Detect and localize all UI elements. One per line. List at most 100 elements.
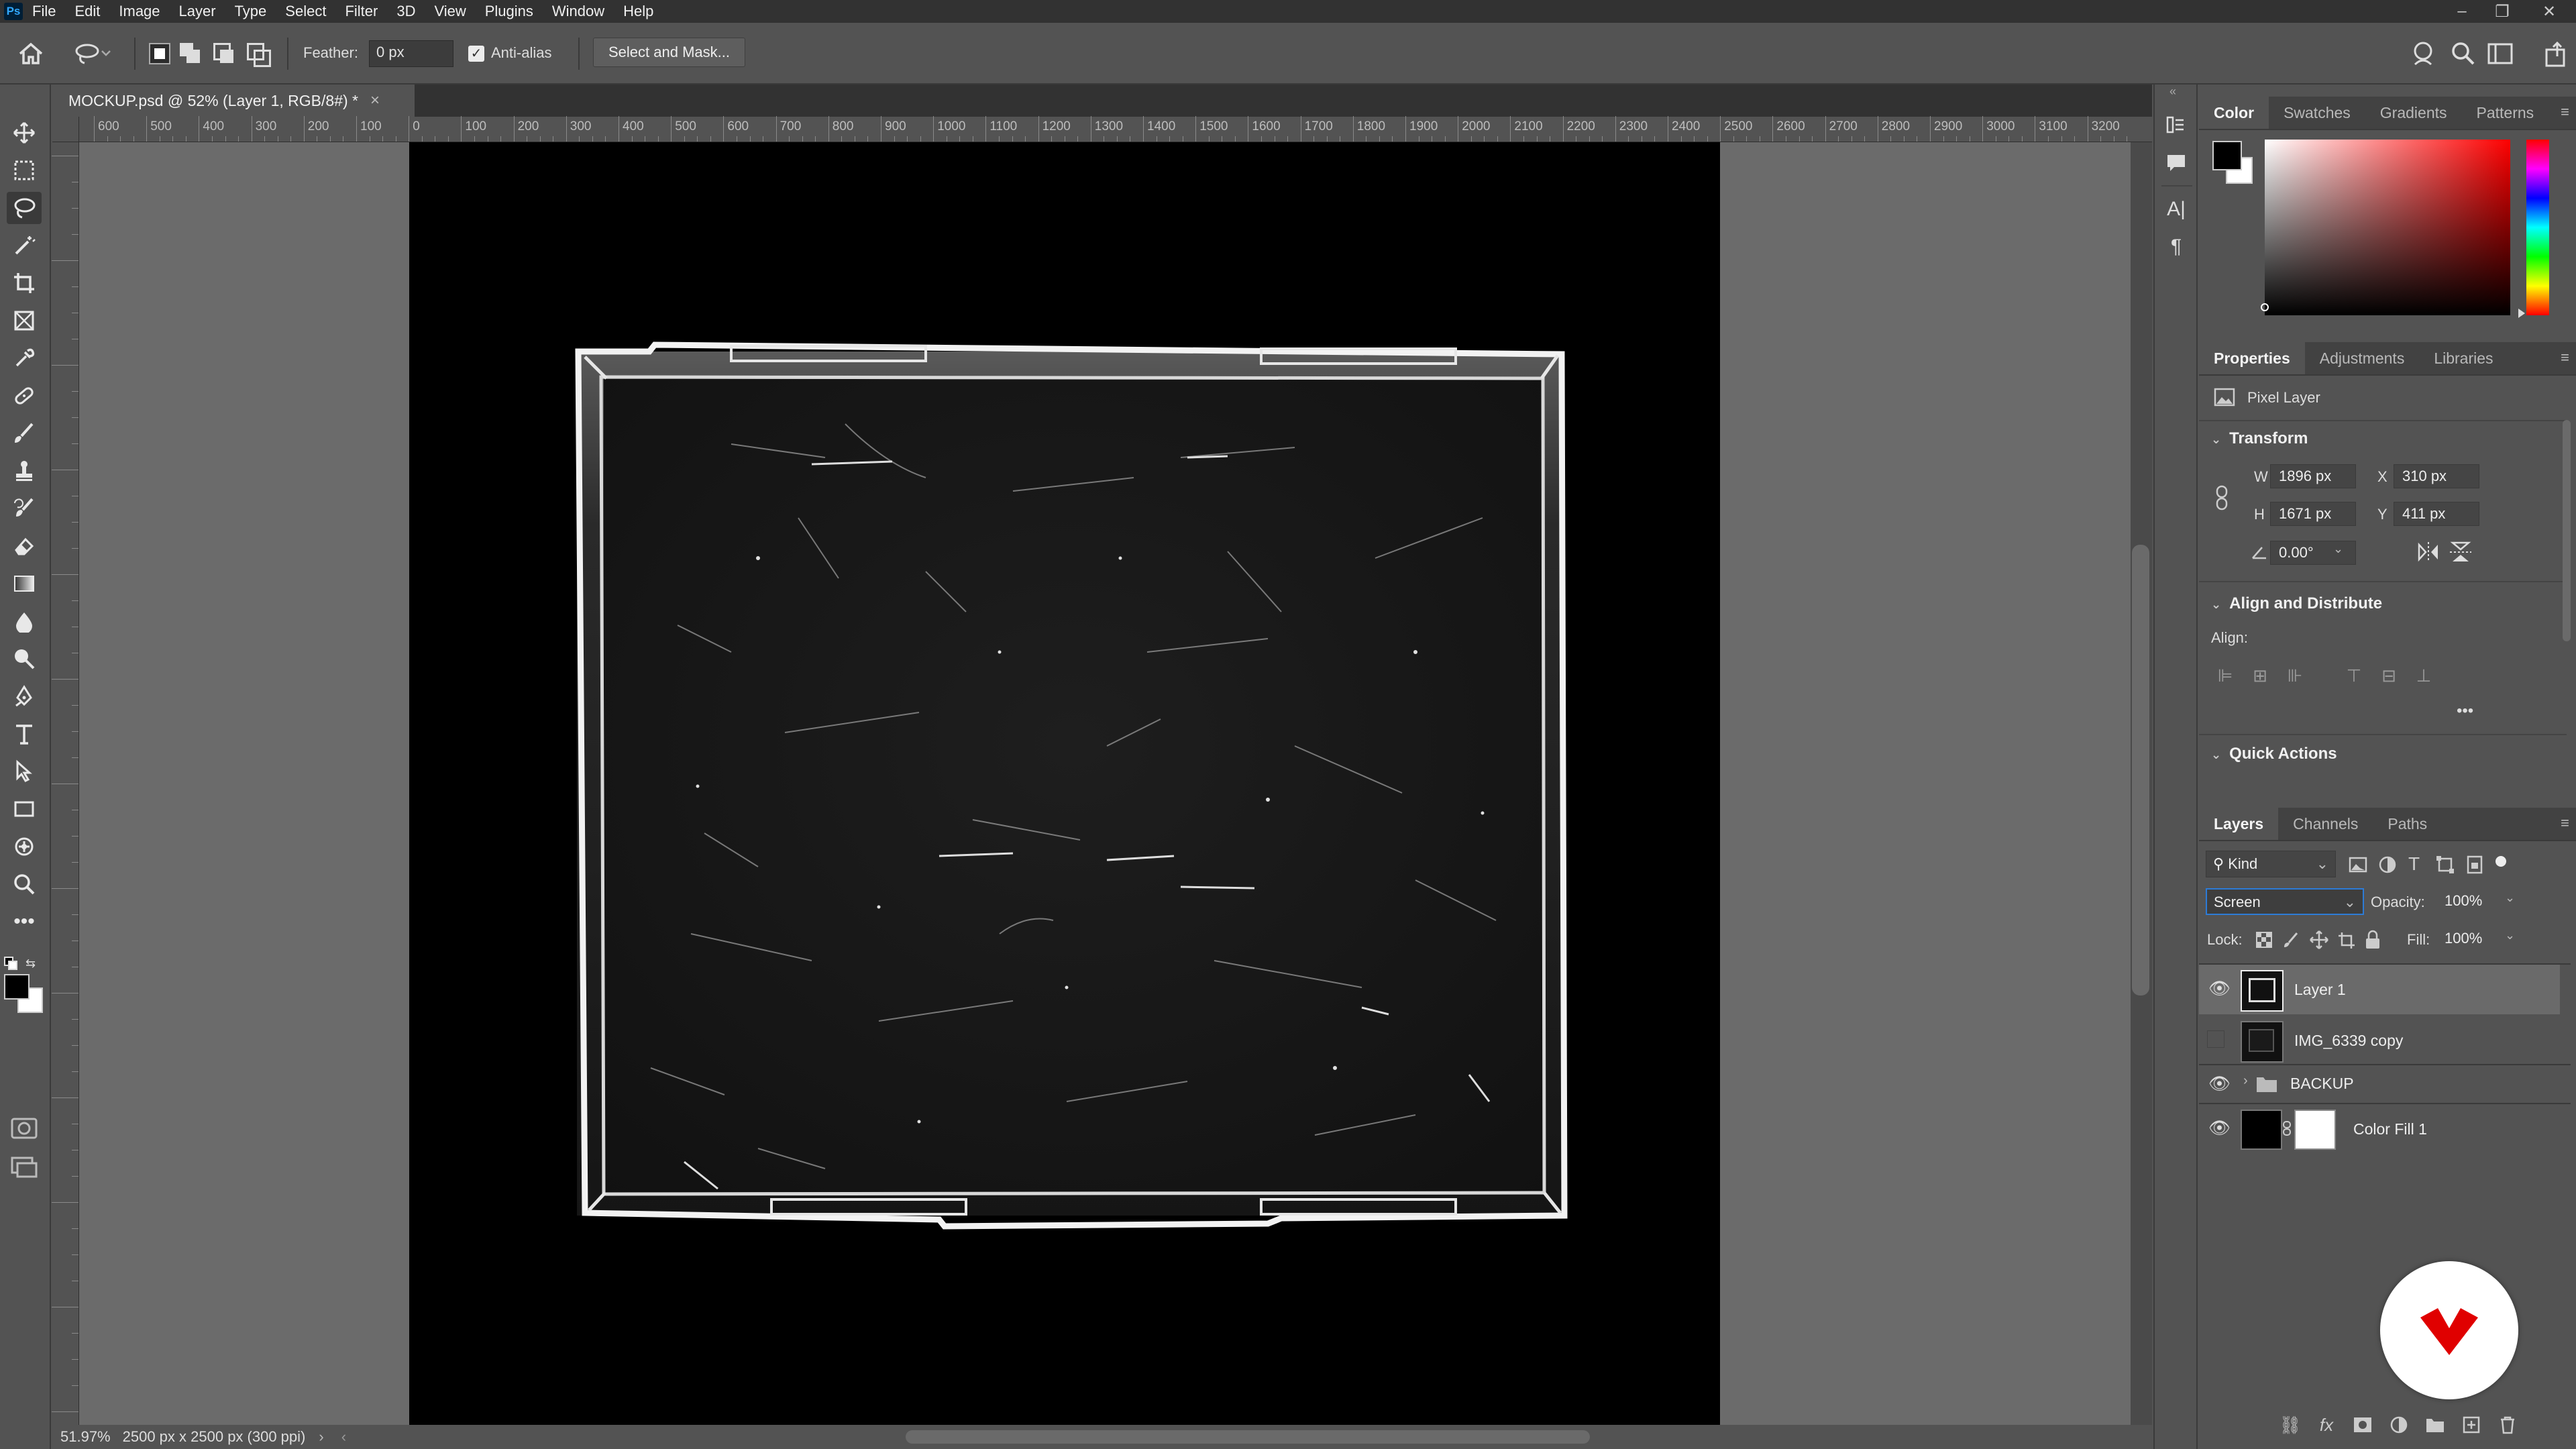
vertical-scrollbar-thumb[interactable]	[2132, 545, 2149, 996]
layer-filter-kind[interactable]: ⚲ Kind ⌄	[2206, 851, 2336, 877]
move-tool-icon[interactable]	[7, 117, 42, 149]
intersect-selection-icon[interactable]	[247, 43, 271, 67]
menu-select[interactable]: Select	[285, 3, 326, 20]
document-tab[interactable]: MOCKUP.psd @ 52% (Layer 1, RGB/8#) * ×	[52, 85, 415, 117]
align-right-edges-icon[interactable]: ⊪	[2284, 664, 2306, 687]
align-top-edges-icon[interactable]: ⊤	[2343, 664, 2365, 687]
pen-tool-icon[interactable]	[7, 680, 42, 712]
more-options-icon[interactable]: •••	[2457, 702, 2473, 720]
align-left-edges-icon[interactable]: ⊫	[2214, 664, 2237, 687]
menu-window[interactable]: Window	[552, 3, 604, 20]
link-dimensions-icon[interactable]	[2214, 484, 2230, 511]
filter-smart-object-icon[interactable]	[2465, 855, 2485, 875]
new-adjustment-layer-icon[interactable]	[2385, 1411, 2412, 1438]
align-vertical-centers-icon[interactable]: ⊟	[2377, 664, 2400, 687]
opacity-input[interactable]: 100%	[2436, 890, 2504, 914]
paragraph-icon[interactable]: ¶	[2163, 233, 2190, 260]
gradient-tool-icon[interactable]	[7, 568, 42, 600]
minimize-button[interactable]: –	[2442, 0, 2482, 23]
panel-menu-icon[interactable]: ≡	[2561, 103, 2569, 121]
close-tab-icon[interactable]: ×	[370, 91, 380, 110]
chevron-right-icon[interactable]: ›	[2243, 1073, 2248, 1089]
restore-button[interactable]: ❐	[2482, 0, 2522, 23]
layer-name[interactable]: BACKUP	[2290, 1075, 2354, 1093]
filter-pixel-icon[interactable]	[2348, 855, 2368, 875]
tab-properties[interactable]: Properties	[2199, 342, 2305, 374]
workspace-icon[interactable]	[2486, 40, 2516, 67]
hand-tool-icon[interactable]	[7, 830, 42, 863]
anti-alias-checkbox[interactable]: ✓	[468, 46, 484, 62]
frame-tool-icon[interactable]	[7, 305, 42, 337]
y-position-input[interactable]: 411 px	[2394, 502, 2479, 526]
status-menu-icon[interactable]: ›	[319, 1428, 323, 1446]
flip-horizontal-icon[interactable]	[2416, 541, 2440, 564]
link-layers-icon[interactable]: ⛓	[2277, 1411, 2304, 1438]
crop-tool-icon[interactable]	[7, 267, 42, 299]
lasso-tool-preset-icon[interactable]	[72, 39, 113, 68]
character-icon[interactable]: A|	[2163, 196, 2190, 223]
width-input[interactable]: 1896 px	[2270, 464, 2356, 488]
share-icon[interactable]	[2542, 40, 2572, 70]
visibility-eye-icon[interactable]: 👁	[2208, 1118, 2231, 1138]
feather-input[interactable]: 0 px	[369, 40, 453, 67]
menu-image[interactable]: Image	[119, 3, 160, 20]
fill-input[interactable]: 100%	[2436, 927, 2504, 951]
type-tool-icon[interactable]	[7, 718, 42, 750]
history-brush-icon[interactable]	[7, 492, 42, 525]
layer-row-img-6339-copy[interactable]: IMG_6339 copy	[2199, 1016, 2560, 1064]
tab-color[interactable]: Color	[2199, 97, 2269, 129]
new-group-icon[interactable]	[2422, 1411, 2449, 1438]
path-selection-icon[interactable]	[7, 755, 42, 788]
add-to-selection-icon[interactable]	[180, 43, 203, 66]
document-canvas[interactable]	[409, 142, 1720, 1425]
tab-swatches[interactable]: Swatches	[2269, 97, 2365, 129]
layer-name[interactable]: Layer 1	[2294, 981, 2346, 999]
lock-position-icon[interactable]	[2309, 930, 2329, 950]
chevron-down-icon[interactable]: ⌄	[2333, 542, 2343, 556]
lasso-tool-icon[interactable]	[7, 192, 42, 224]
tab-gradients[interactable]: Gradients	[2365, 97, 2462, 129]
menu-view[interactable]: View	[434, 3, 466, 20]
lock-transparent-pixels-icon[interactable]	[2255, 931, 2273, 949]
healing-brush-icon[interactable]	[7, 380, 42, 412]
zoom-level[interactable]: 51.97%	[60, 1428, 111, 1446]
hue-slider[interactable]	[2526, 140, 2549, 315]
fx-icon[interactable]: fx	[2313, 1411, 2340, 1438]
tab-libraries[interactable]: Libraries	[2419, 342, 2508, 374]
filter-type-icon[interactable]: T	[2408, 853, 2420, 875]
new-selection-icon[interactable]	[149, 43, 170, 64]
tab-paths[interactable]: Paths	[2373, 808, 2442, 840]
layer-name[interactable]: Color Fill 1	[2353, 1120, 2427, 1138]
brush-tool-icon[interactable]	[7, 417, 42, 449]
delete-layer-icon[interactable]	[2494, 1411, 2521, 1438]
dodge-tool-icon[interactable]	[7, 643, 42, 675]
scroll-left-icon[interactable]: ‹	[341, 1428, 346, 1446]
x-position-input[interactable]: 310 px	[2394, 464, 2479, 488]
marquee-tool-icon[interactable]	[7, 154, 42, 186]
flip-vertical-icon[interactable]	[2449, 541, 2473, 564]
clone-stamp-icon[interactable]	[7, 455, 42, 487]
visibility-eye-icon[interactable]: 👁	[2208, 1073, 2231, 1094]
hue-slider-marker[interactable]	[2518, 309, 2525, 318]
default-colors-icon[interactable]	[4, 957, 17, 970]
home-icon[interactable]	[15, 38, 47, 70]
lock-image-pixels-icon[interactable]	[2282, 931, 2300, 949]
align-distribute-header[interactable]: ⌄ Align and Distribute	[2211, 594, 2382, 613]
history-icon[interactable]	[2163, 111, 2190, 138]
properties-scrollbar-thumb[interactable]	[2563, 420, 2571, 641]
layer-row-backup-group[interactable]: 👁 › BACKUP	[2199, 1065, 2560, 1103]
visibility-toggle-off[interactable]	[2207, 1030, 2224, 1048]
filter-toggle-icon[interactable]	[2496, 856, 2506, 867]
panel-menu-icon[interactable]: ≡	[2561, 349, 2569, 366]
transform-header[interactable]: ⌄ Transform	[2211, 429, 2308, 448]
panel-menu-icon[interactable]: ≡	[2561, 814, 2569, 832]
eraser-icon[interactable]	[7, 530, 42, 562]
blend-mode-select[interactable]: Screen ⌄	[2206, 888, 2364, 915]
align-horizontal-centers-icon[interactable]: ⊞	[2249, 664, 2271, 687]
quick-actions-header[interactable]: ⌄ Quick Actions	[2211, 745, 2337, 763]
magic-wand-icon[interactable]	[7, 229, 42, 262]
menu-filter[interactable]: Filter	[345, 3, 378, 20]
height-input[interactable]: 1671 px	[2270, 502, 2356, 526]
share-cloud-icon[interactable]	[2408, 39, 2438, 68]
swap-colors-icon[interactable]: ⇆	[25, 957, 42, 970]
